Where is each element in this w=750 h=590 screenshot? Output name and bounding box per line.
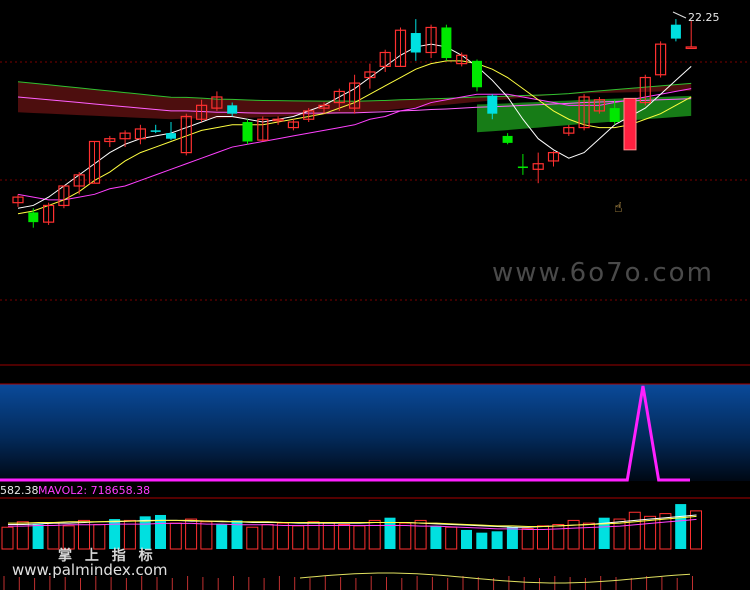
candle-body [609,108,620,123]
volume-bar [675,504,687,549]
candle [58,185,70,209]
candle [456,52,468,67]
mavol2-label: MAVOL2: 718658.38 [38,484,151,497]
volume-bar [399,522,412,550]
volume-panel [0,497,750,550]
candle [134,124,146,145]
volume-bar [552,524,565,550]
volume-bar [1,526,14,550]
volume-bar [292,525,305,550]
volume-bar [276,522,289,550]
candle-body [685,46,697,50]
candle-body [242,122,253,142]
candle [242,119,253,145]
candle-body [670,24,681,39]
candle [532,152,544,184]
candle [349,74,361,114]
candle [73,172,85,195]
candle [287,119,299,131]
candle [685,20,697,50]
volume-bar [476,532,488,549]
volume-bar [628,511,641,550]
price-high-label: 22.25 [688,11,720,24]
volume-bar [246,526,259,550]
candle [425,24,437,59]
volume-bar [445,526,458,550]
volume-bar [353,525,366,550]
candle-body [502,135,513,143]
mavol1-label: 582.38 [0,484,39,497]
candle [517,154,528,175]
price-peak-marker [672,11,687,19]
candle-body [441,27,452,59]
candle-body [472,60,482,88]
volume-bar [414,519,427,550]
candle-body [28,212,39,223]
candle [150,124,161,134]
candle-body [487,95,498,114]
volume-bar [430,525,442,549]
signal-panel [0,383,750,482]
candle [166,122,176,141]
candle [119,130,131,148]
candlestick-series [12,19,697,228]
volume-bar [322,522,335,550]
candle [42,202,55,225]
watermark-6o7o: www.6o7o.com [492,258,714,288]
volume-bar [200,521,213,550]
candle [654,41,667,78]
candle-body [150,130,161,132]
candle [104,135,116,148]
volume-bar [368,519,381,550]
candle [410,19,421,61]
candle [547,151,560,167]
candle-body [166,133,176,139]
volume-bar [169,522,182,550]
candle-body [227,105,238,114]
cursor-hand-icon: ☝ [614,200,623,216]
candle [88,140,101,184]
chart-stage: ☝ [0,11,750,590]
highlight-candle [623,97,637,151]
volume-bar [261,524,274,550]
volume-bar [521,528,534,550]
volume-bar [506,527,518,549]
candle [472,59,482,92]
moving-average-lines [17,43,692,215]
candle-body [410,33,421,53]
candle [670,19,681,42]
candle [394,27,407,68]
candle [257,116,269,142]
volume-bar [216,524,228,549]
candle [364,63,376,89]
volume-bar [461,529,472,549]
candle [272,116,284,125]
candle [12,194,24,207]
volume-bars [1,504,702,550]
volume-bar [491,531,503,549]
volume-bar [338,524,351,550]
candle [441,24,452,61]
watermark-palmindex: www.palmindex.com [12,561,168,579]
volume-bar [32,524,44,549]
candle [502,133,513,145]
candle [563,124,575,136]
candle-body [517,166,528,169]
